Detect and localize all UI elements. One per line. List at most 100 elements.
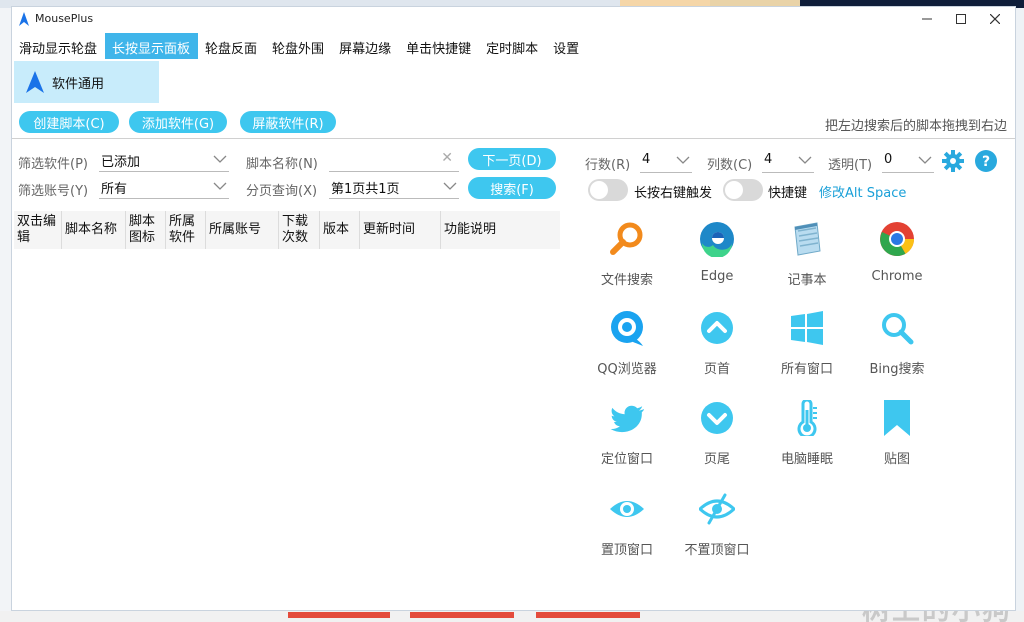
tile-label: 贴图 <box>883 452 910 467</box>
script-name-input[interactable]: ✕ <box>329 148 459 172</box>
create-script-button[interactable]: 创建脚本(C) <box>19 111 119 133</box>
close-button[interactable] <box>980 9 1010 29</box>
svg-text:?: ? <box>982 154 990 170</box>
thermometer-icon <box>797 400 817 436</box>
tile-label: 页尾 <box>703 452 730 467</box>
column-header[interactable]: 功能说明 <box>441 211 560 249</box>
tile-page-bottom[interactable]: 页尾 <box>672 400 762 488</box>
maximize-icon <box>956 14 966 24</box>
tile-label: Bing搜索 <box>869 362 925 377</box>
cols-select[interactable]: 4 <box>762 149 814 173</box>
column-header[interactable]: 所属账号 <box>206 211 279 249</box>
tile-notepad[interactable]: 记事本 <box>762 221 852 309</box>
background-red-bar <box>288 612 390 618</box>
search-button[interactable]: 搜索(F) <box>468 177 556 199</box>
page-query-value: 第1页共1页 <box>331 182 400 197</box>
tile-label: Edge <box>700 269 734 284</box>
chevron-down-icon <box>213 155 227 163</box>
tile-pin-top[interactable]: 置顶窗口 <box>582 491 672 579</box>
script-table-header: 双击编辑 脚本名称 脚本图标 所属软件 所属账号 下载次数 版本 更新时间 功能… <box>14 211 560 249</box>
column-header[interactable]: 双击编辑 <box>14 211 62 249</box>
tile-label: Chrome <box>871 269 923 284</box>
window-title: MousePlus <box>35 12 94 25</box>
column-header[interactable]: 脚本图标 <box>126 211 166 249</box>
tile-label: 定位窗口 <box>600 452 653 467</box>
tile-label: 页首 <box>703 362 730 377</box>
sidebar-item-general[interactable]: 软件通用 <box>14 61 159 103</box>
tile-sleep[interactable]: 电脑睡眠 <box>762 400 852 488</box>
close-icon <box>990 14 1000 24</box>
magnifier-orange-icon <box>610 222 643 255</box>
tile-all-windows[interactable]: 所有窗口 <box>762 310 852 398</box>
clear-icon[interactable]: ✕ <box>441 150 453 166</box>
search-icon <box>882 313 914 345</box>
menu-swipe-wheel[interactable]: 滑动显示轮盘 <box>12 33 105 59</box>
menu-click-hotkey[interactable]: 单击快捷键 <box>399 33 479 59</box>
tile-label: 置顶窗口 <box>600 543 653 558</box>
hotkey-toggle[interactable] <box>723 179 763 201</box>
modify-hotkey-link[interactable]: 修改Alt Space <box>819 182 906 201</box>
tile-locate-window[interactable]: 定位窗口 <box>582 400 672 488</box>
column-header[interactable]: 脚本名称 <box>62 211 126 249</box>
tile-qq-browser[interactable]: QQ浏览器 <box>582 310 672 398</box>
next-page-button[interactable]: 下一页(D) <box>468 148 556 170</box>
minimize-button[interactable] <box>912 9 942 29</box>
filter-software-select[interactable]: 已添加 <box>99 148 229 172</box>
tile-label: 所有窗口 <box>780 362 833 377</box>
filter-account-value: 所有 <box>101 182 128 197</box>
tile-file-search[interactable]: 文件搜索 <box>582 221 672 309</box>
menu-timed-script[interactable]: 定时脚本 <box>479 33 546 59</box>
column-header[interactable]: 所属软件 <box>166 211 206 249</box>
chevron-down-icon <box>918 156 932 164</box>
menu-wheel-back[interactable]: 轮盘反面 <box>198 33 265 59</box>
column-header[interactable]: 更新时间 <box>360 211 441 249</box>
block-software-button[interactable]: 屏蔽软件(R) <box>240 111 336 133</box>
add-software-button[interactable]: 添加软件(G) <box>129 111 227 133</box>
menu-longpress-panel[interactable]: 长按显示面板 <box>105 33 199 59</box>
mouseplus-window: MousePlus 滑动显示轮盘 长按显示面板 轮盘反面 轮盘外围 屏幕边缘 单… <box>11 6 1016 611</box>
chevron-down-icon <box>213 182 227 190</box>
menu-screen-edge[interactable]: 屏幕边缘 <box>332 33 399 59</box>
rows-value: 4 <box>642 152 651 167</box>
tile-unpin-top[interactable]: 不置顶窗口 <box>672 491 762 579</box>
windows-icon <box>791 311 823 345</box>
longpress-label: 长按右键触发 <box>634 186 713 201</box>
column-header[interactable]: 下载次数 <box>279 211 320 249</box>
qq-browser-icon <box>611 311 643 346</box>
tile-label: 电脑睡眠 <box>780 452 833 467</box>
opacity-label: 透明(T) <box>828 158 873 173</box>
tile-edge[interactable]: Edge <box>672 221 762 309</box>
drag-hint: 把左边搜索后的脚本拖拽到右边 <box>824 119 1007 134</box>
tile-bing-search[interactable]: Bing搜索 <box>852 310 942 398</box>
menu-settings[interactable]: 设置 <box>546 33 587 59</box>
background-right <box>1016 8 1024 622</box>
menu-bar: 滑动显示轮盘 长按显示面板 轮盘反面 轮盘外围 屏幕边缘 单击快捷键 定时脚本 … <box>12 33 587 59</box>
chevron-down-circle-icon <box>701 402 733 434</box>
edge-icon <box>700 222 734 257</box>
tile-label: 记事本 <box>787 273 827 288</box>
tile-chrome[interactable]: Chrome <box>852 221 942 309</box>
cols-label: 列数(C) <box>707 158 753 173</box>
opacity-select[interactable]: 0 <box>882 149 934 173</box>
script-name-label: 脚本名称(N) <box>246 157 318 172</box>
page-query-select[interactable]: 第1页共1页 <box>329 175 459 199</box>
tile-label: QQ浏览器 <box>597 362 657 377</box>
rows-select[interactable]: 4 <box>640 149 692 173</box>
longpress-toggle[interactable] <box>588 179 628 201</box>
tile-label: 不置顶窗口 <box>684 543 750 558</box>
title-bar: MousePlus <box>12 7 1015 31</box>
maximize-button[interactable] <box>946 9 976 29</box>
column-header[interactable]: 版本 <box>320 211 360 249</box>
tile-pin-image[interactable]: 贴图 <box>852 400 942 488</box>
chrome-icon <box>880 222 914 256</box>
menu-wheel-outer[interactable]: 轮盘外围 <box>265 33 332 59</box>
chevron-down-icon <box>443 182 457 190</box>
help-icon[interactable]: ? <box>975 150 997 172</box>
sidebar-item-label: 软件通用 <box>52 76 105 92</box>
gear-icon[interactable] <box>942 150 964 172</box>
filter-account-select[interactable]: 所有 <box>99 175 229 199</box>
rows-label: 行数(R) <box>585 158 631 173</box>
minimize-icon <box>922 18 932 20</box>
tile-page-top[interactable]: 页首 <box>672 310 762 398</box>
eye-icon <box>610 501 644 517</box>
